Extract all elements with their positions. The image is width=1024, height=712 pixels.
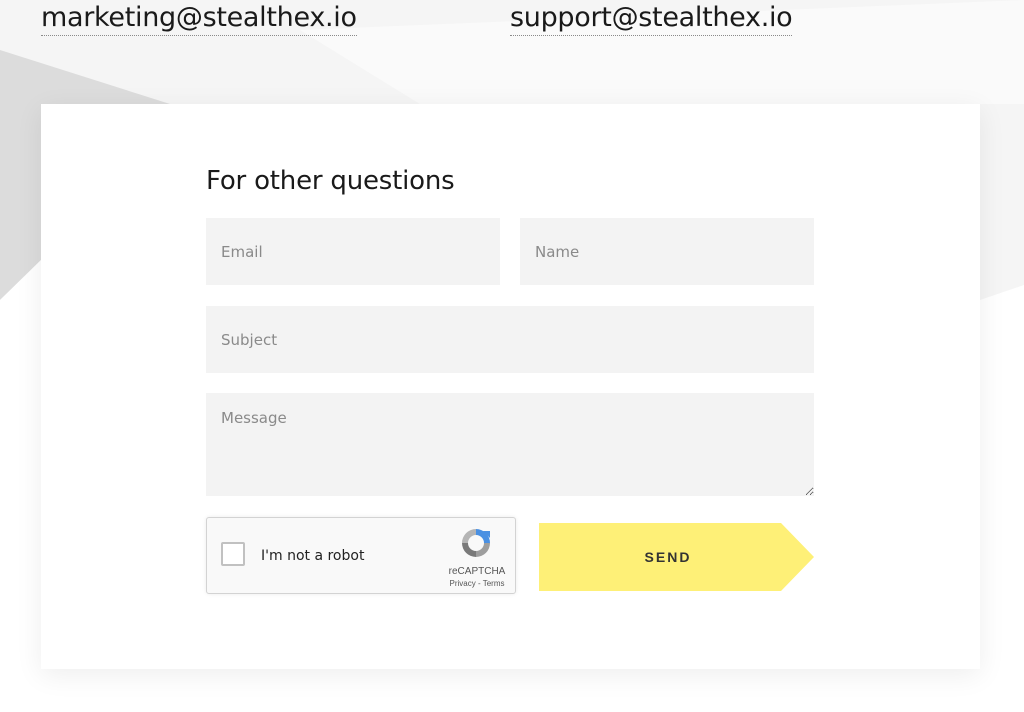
background-right-white: [980, 285, 1024, 300]
recaptcha-checkbox-label: I'm not a robot: [261, 548, 365, 564]
email-field[interactable]: [206, 218, 500, 285]
marketing-email-link[interactable]: marketing@stealthex.io: [41, 2, 357, 36]
recaptcha-logo-icon: [462, 529, 490, 557]
message-field[interactable]: [206, 393, 814, 496]
recaptcha-brand: reCAPTCHA: [448, 566, 506, 577]
send-button[interactable]: SEND: [539, 523, 814, 591]
contact-form-card: For other questions I'm not a robot reCA…: [41, 104, 980, 669]
send-button-label: SEND: [644, 549, 692, 565]
support-email-link[interactable]: support@stealthex.io: [510, 2, 793, 36]
recaptcha-privacy-terms[interactable]: Privacy - Terms: [441, 579, 513, 588]
subject-field[interactable]: [206, 306, 814, 373]
name-field[interactable]: [520, 218, 814, 285]
form-title: For other questions: [206, 166, 455, 196]
recaptcha-widget: I'm not a robot reCAPTCHA Privacy - Term…: [206, 517, 516, 594]
recaptcha-checkbox[interactable]: [221, 542, 245, 566]
